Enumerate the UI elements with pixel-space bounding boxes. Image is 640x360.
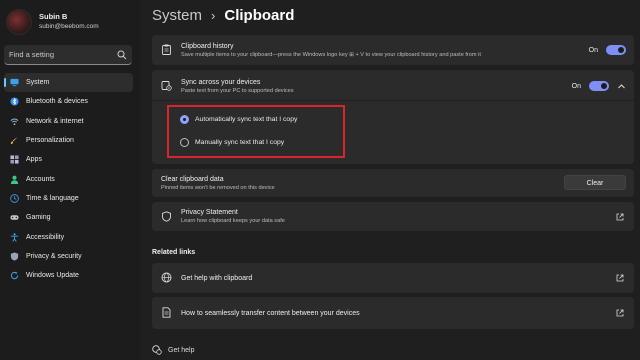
sync-toggle[interactable] xyxy=(589,81,609,91)
accessibility-icon xyxy=(10,232,19,242)
profile-name: Subin B xyxy=(39,12,68,21)
sidebar-item-label: System xyxy=(26,79,50,87)
shield-icon xyxy=(162,211,171,222)
sidebar-item-label: Privacy & security xyxy=(26,252,82,260)
sidebar-item-system[interactable]: System xyxy=(4,73,133,93)
breadcrumb-parent[interactable]: System xyxy=(152,7,202,24)
sidebar-item-accounts[interactable]: Accounts xyxy=(4,169,133,188)
sidebar-item-time-language[interactable]: Time & language xyxy=(4,189,133,208)
highlight-annotation xyxy=(167,105,345,158)
help-icon xyxy=(152,345,162,355)
main-content: System › Clipboard Clipboard history Sav… xyxy=(152,0,634,360)
external-link-icon xyxy=(616,274,624,282)
gamepad-icon xyxy=(10,215,19,220)
sidebar-item-label: Gaming xyxy=(26,214,51,222)
monitor-icon xyxy=(10,79,19,87)
divider xyxy=(152,100,634,101)
sidebar-item-label: Personalization xyxy=(26,137,74,145)
search-icon xyxy=(117,50,127,59)
bluetooth-icon xyxy=(10,97,19,106)
sidebar-item-privacy-security[interactable]: Privacy & security xyxy=(4,247,133,266)
get-help-label: Get help xyxy=(168,346,195,354)
sidebar-item-label: Windows Update xyxy=(26,272,79,280)
sidebar-item-personalization[interactable]: Personalization xyxy=(4,131,133,150)
external-link-icon xyxy=(616,213,624,221)
sidebar-item-gaming[interactable]: Gaming xyxy=(4,208,133,227)
related-links-heading: Related links xyxy=(152,249,196,256)
sidebar-item-label: Bluetooth & devices xyxy=(26,98,88,106)
privacy-statement-card[interactable]: Privacy Statement Learn how clipboard ke… xyxy=(152,202,634,231)
document-icon xyxy=(162,307,171,318)
search-placeholder: Find a setting xyxy=(9,50,55,59)
clipboard-history-toggle[interactable] xyxy=(606,45,626,55)
sidebar-item-label: Network & internet xyxy=(26,117,84,125)
sync-title: Sync across your devices xyxy=(181,79,261,86)
sidebar-item-network[interactable]: Network & internet xyxy=(4,112,133,131)
privacy-title: Privacy Statement xyxy=(181,209,238,216)
clipboard-history-toggle-label: On xyxy=(588,46,598,54)
update-icon xyxy=(10,271,19,280)
privacy-subtitle: Learn how clipboard keeps your data safe xyxy=(181,218,285,224)
profile[interactable]: Subin B subin@beebom.com xyxy=(6,9,99,35)
avatar xyxy=(6,9,32,35)
brush-icon xyxy=(10,136,18,145)
globe-icon xyxy=(161,272,172,283)
get-help-link[interactable]: Get help xyxy=(152,345,194,355)
sync-devices-icon xyxy=(161,81,172,91)
clear-button[interactable]: Clear xyxy=(564,175,626,190)
related-link-label: Get help with clipboard xyxy=(181,275,253,282)
clear-subtitle: Pinned items won't be removed on this de… xyxy=(161,185,275,191)
wifi-icon xyxy=(10,118,19,125)
profile-email: subin@beebom.com xyxy=(39,23,99,30)
sync-subtitle: Paste text from your PC to supported dev… xyxy=(181,88,294,94)
sidebar: Subin B subin@beebom.com Find a setting … xyxy=(0,0,140,360)
external-link-icon xyxy=(616,309,624,317)
clipboard-history-title: Clipboard history xyxy=(181,43,234,50)
sync-toggle-label: On xyxy=(571,82,581,90)
clear-clipboard-card: Clear clipboard data Pinned items won't … xyxy=(152,169,634,197)
sidebar-item-accessibility[interactable]: Accessibility xyxy=(4,227,133,246)
sidebar-item-label: Accounts xyxy=(26,175,55,183)
person-icon xyxy=(10,175,19,184)
sidebar-item-windows-update[interactable]: Windows Update xyxy=(4,266,133,285)
related-link-help[interactable]: Get help with clipboard xyxy=(152,263,634,293)
chevron-up-icon[interactable] xyxy=(617,82,626,91)
chevron-right-icon: › xyxy=(211,8,216,23)
globe-clock-icon xyxy=(10,194,19,203)
clipboard-history-subtitle: Save multiple items to your clipboard—pr… xyxy=(181,52,481,58)
page-title: Clipboard xyxy=(224,7,295,24)
search-input[interactable]: Find a setting xyxy=(4,45,132,65)
sidebar-item-label: Accessibility xyxy=(26,233,65,241)
clipboard-history-card: Clipboard history Save multiple items to… xyxy=(152,35,634,65)
clear-title: Clear clipboard data xyxy=(161,176,224,183)
sidebar-item-label: Apps xyxy=(26,156,42,164)
shield-icon xyxy=(10,252,19,261)
clipboard-icon xyxy=(162,44,171,55)
related-link-label: How to seamlessly transfer content betwe… xyxy=(181,310,360,317)
sidebar-item-label: Time & language xyxy=(26,194,79,202)
breadcrumb: System › Clipboard xyxy=(152,7,294,24)
sidebar-item-apps[interactable]: Apps xyxy=(4,150,133,169)
related-link-transfer[interactable]: How to seamlessly transfer content betwe… xyxy=(152,297,634,329)
sidebar-nav: System Bluetooth & devices Network & int… xyxy=(4,73,133,285)
sidebar-item-bluetooth[interactable]: Bluetooth & devices xyxy=(4,92,133,111)
apps-icon xyxy=(10,155,19,164)
